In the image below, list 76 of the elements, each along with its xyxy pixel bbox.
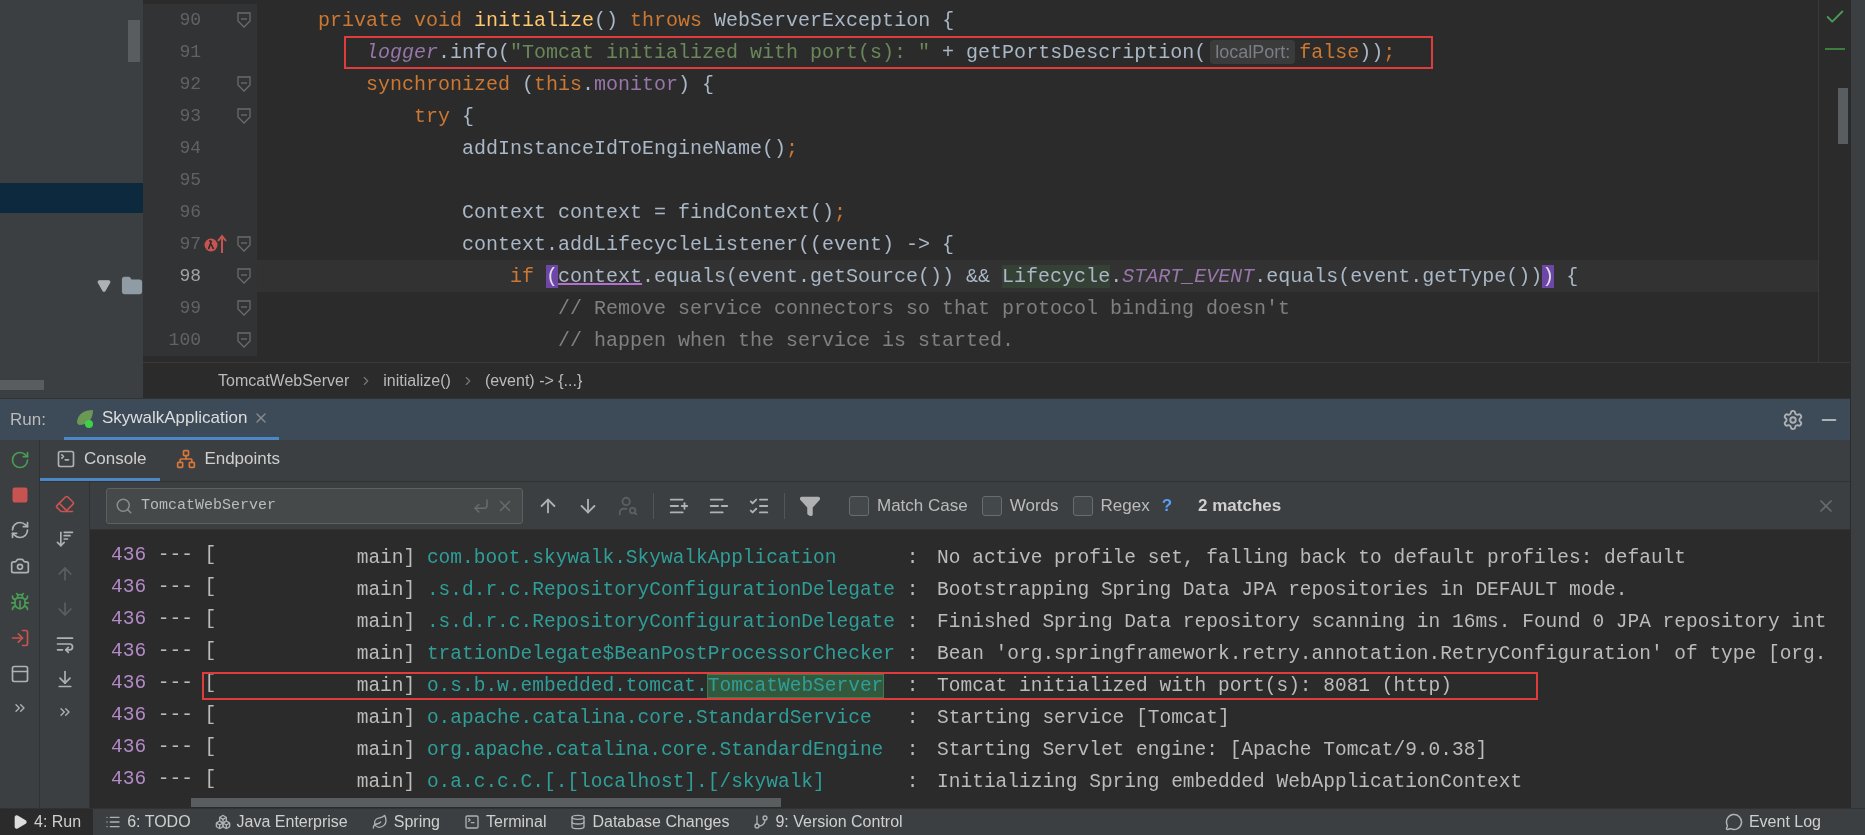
newline-icon[interactable] [472,496,490,515]
fold-marker-icon[interactable] [237,332,251,348]
tool-window-button[interactable]: Spring [359,809,452,835]
console-icon [56,449,76,469]
option-checkbox[interactable]: Regex [1072,495,1150,516]
run-label: Run: [9,408,47,431]
folder-icon [121,275,143,297]
code-line: private void initialize() throws WebServerException { [318,8,955,32]
branch-icon [753,814,770,830]
match-count: 2 matches [1198,495,1282,516]
search-field[interactable]: TomcatWebServer [106,487,523,524]
code-line: context.addLifecycleListener((event) -> { [462,232,955,256]
camera-icon[interactable] [9,556,30,576]
fold-marker-icon[interactable] [237,12,251,28]
fold-marker-icon[interactable] [237,108,251,124]
fold-marker-icon[interactable] [237,268,251,284]
code-line: Context context = findContext(); [462,200,847,224]
eraser-icon[interactable] [54,494,75,514]
event-log-icon [1724,813,1743,831]
console-line: 436 --- [ main] o.apache.catalina.core.StandardService : Starting service [Tomcat] [111,704,1231,731]
fold-marker-icon[interactable] [237,300,251,316]
rerun-icon[interactable] [9,450,30,470]
stop-icon[interactable] [10,486,29,504]
list-icon [105,814,122,830]
scrollbar-thumb[interactable] [128,20,140,62]
code-line: // happen when the service is started. [558,328,1015,352]
scrollbar-thumb[interactable] [0,380,44,390]
help-link[interactable]: ? [1161,495,1173,516]
fold-marker-icon[interactable] [237,76,251,92]
tool-window-button[interactable]: Java Enterprise [202,809,360,835]
tool-window-button[interactable]: Database Changes [558,809,742,835]
console-line: 436 --- [ main] com.boot.skywalk.SkywalkApplication : No active profile set, falling back to default profiles: default [111,544,1687,571]
settings-icon[interactable] [1782,408,1804,431]
lambda-arrow-icon[interactable] [204,234,228,254]
filter-icon[interactable] [799,494,821,517]
wrap-icon[interactable] [54,634,75,654]
refresh-icon[interactable] [9,520,30,540]
console-line: 436 --- [ main] trationDelegate$BeanPostProcessorChecker : Bean 'org.springframework.retry.annotation.RetryConfiguration' of type [org. [111,640,1828,667]
option-checkbox[interactable]: Words [981,495,1059,516]
breadcrumb[interactable]: TomcatWebServer [218,371,350,390]
stripe-mark[interactable] [1824,48,1845,50]
enterprise-icon [214,814,231,830]
code-line: // Remove service connectors so that protocol binding doesn't [558,296,1291,320]
console-line: 436 --- [ main] o.a.c.c.C.[.[localhost].[/skywalk] : Initializing Spring embedded WebApplicationContext [111,768,1524,795]
code-line: try { [414,104,475,128]
tool-window-button[interactable]: 9: Version Control [741,809,915,835]
breadcrumb[interactable]: (event) -> {...} [484,371,583,390]
tool-window-button[interactable]: Terminal [452,809,559,835]
exit-icon[interactable] [9,628,30,648]
breadcrumb[interactable]: initialize() [383,371,451,390]
console-line: 436 --- [ main] .s.d.r.c.RepositoryConfigurationDelegate : Finished Spring Data repository scanning in 16ms. Found 0 JPA repository int [111,608,1828,635]
bug-icon[interactable] [9,592,30,612]
code-line: synchronized (this.monitor) { [366,72,715,96]
tool-window-button[interactable]: 6: TODO [93,809,203,835]
sort-icon[interactable] [54,529,75,549]
fold-marker-icon[interactable] [237,236,251,252]
leaf-icon [371,814,388,830]
console-line: 436 --- [ main] .s.d.r.c.RepositoryConfigurationDelegate : Bootstrapping Spring Data JPA repositories in DEFAULT mode. [111,576,1629,603]
endpoints-icon [176,449,197,469]
tool-window-button[interactable]: 4: Run [0,809,94,835]
line-number: 98 [178,266,201,286]
terminal-icon [464,814,480,830]
search-input[interactable]: TomcatWebServer [139,496,466,515]
scrollbar-thumb[interactable] [191,798,781,807]
console-line: 436 --- [ main] org.apache.catalina.core.StandardEngine : Starting Servlet engine: [Apache Tomcat/9.0.38] [111,736,1489,763]
option-checkbox[interactable]: Match Case [849,495,968,516]
scrollbar-thumb[interactable] [1838,88,1848,144]
console-tab[interactable]: Endpoints [160,440,294,481]
database-icon [570,814,587,830]
event-log-label[interactable]: Event Log [1748,813,1821,831]
run-icon [12,814,28,830]
search-icon [115,496,133,515]
code-line: if (context.equals(event.getSource()) && Lifecycle.START_EVENT.equals(event.getType())) { [510,264,1579,288]
layout-icon[interactable] [9,664,30,684]
code-line: addInstanceIdToEngineName(); [462,136,799,160]
expand-triangle-icon[interactable] [97,279,111,293]
